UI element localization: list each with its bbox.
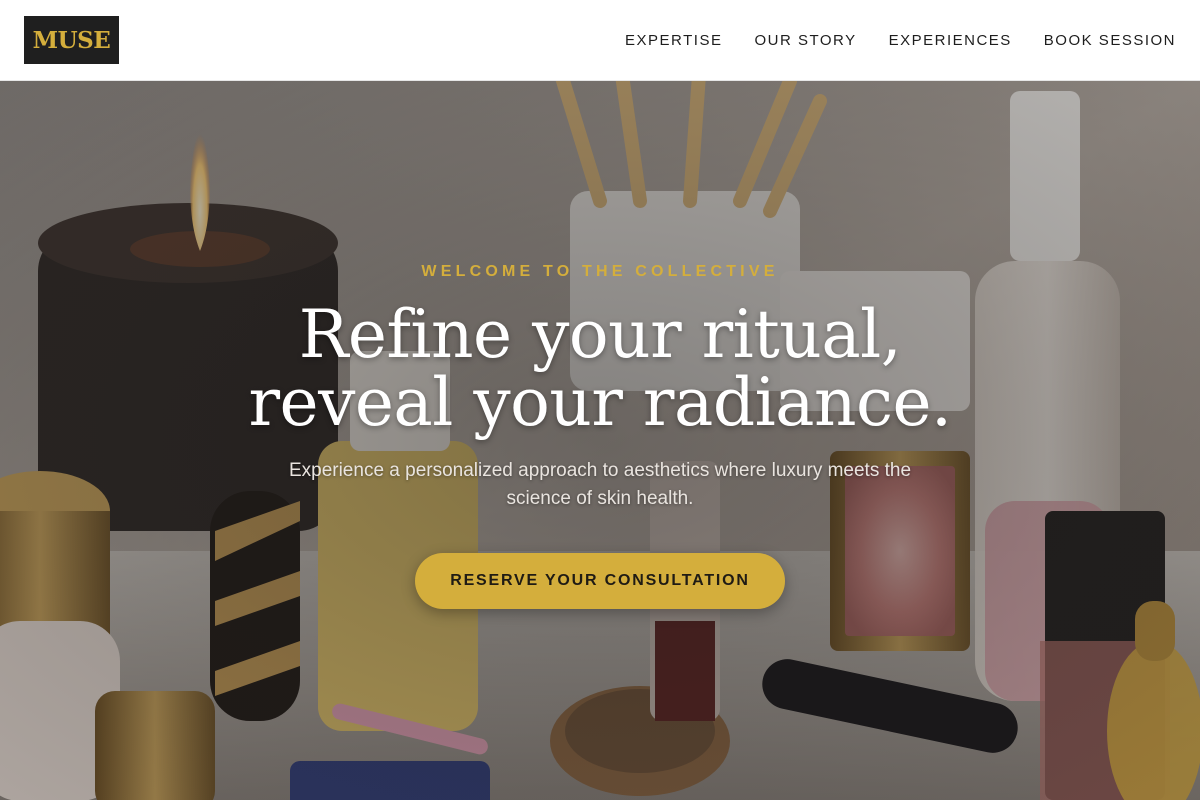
hero-headline-line-2: reveal your radiance. — [248, 364, 952, 441]
nav-item-experiences[interactable]: EXPERIENCES — [889, 32, 1012, 49]
reserve-consultation-button[interactable]: RESERVE YOUR CONSULTATION — [415, 553, 785, 609]
hero-headline-line-1: Refine your ritual, — [298, 296, 902, 373]
brand-logo-text: MUSE — [32, 26, 111, 54]
hero-section: WELCOME TO THE COLLECTIVE Refine your ri… — [0, 81, 1200, 800]
site-header: MUSE EXPERTISE OUR STORY EXPERIENCES BOO… — [0, 0, 1200, 81]
hero-content: WELCOME TO THE COLLECTIVE Refine your ri… — [0, 81, 1200, 800]
hero-subtitle: Experience a personalized approach to ae… — [288, 460, 912, 509]
hero-eyebrow: WELCOME TO THE COLLECTIVE — [421, 263, 779, 280]
nav-item-expertise[interactable]: EXPERTISE — [625, 32, 722, 49]
hero-headline: Refine your ritual, reveal your radiance… — [248, 296, 952, 441]
nav-item-book-session[interactable]: BOOK SESSION — [1044, 32, 1176, 49]
nav-item-our-story[interactable]: OUR STORY — [754, 32, 856, 49]
brand-logo[interactable]: MUSE — [24, 16, 119, 64]
main-nav: EXPERTISE OUR STORY EXPERIENCES BOOK SES… — [625, 32, 1176, 49]
